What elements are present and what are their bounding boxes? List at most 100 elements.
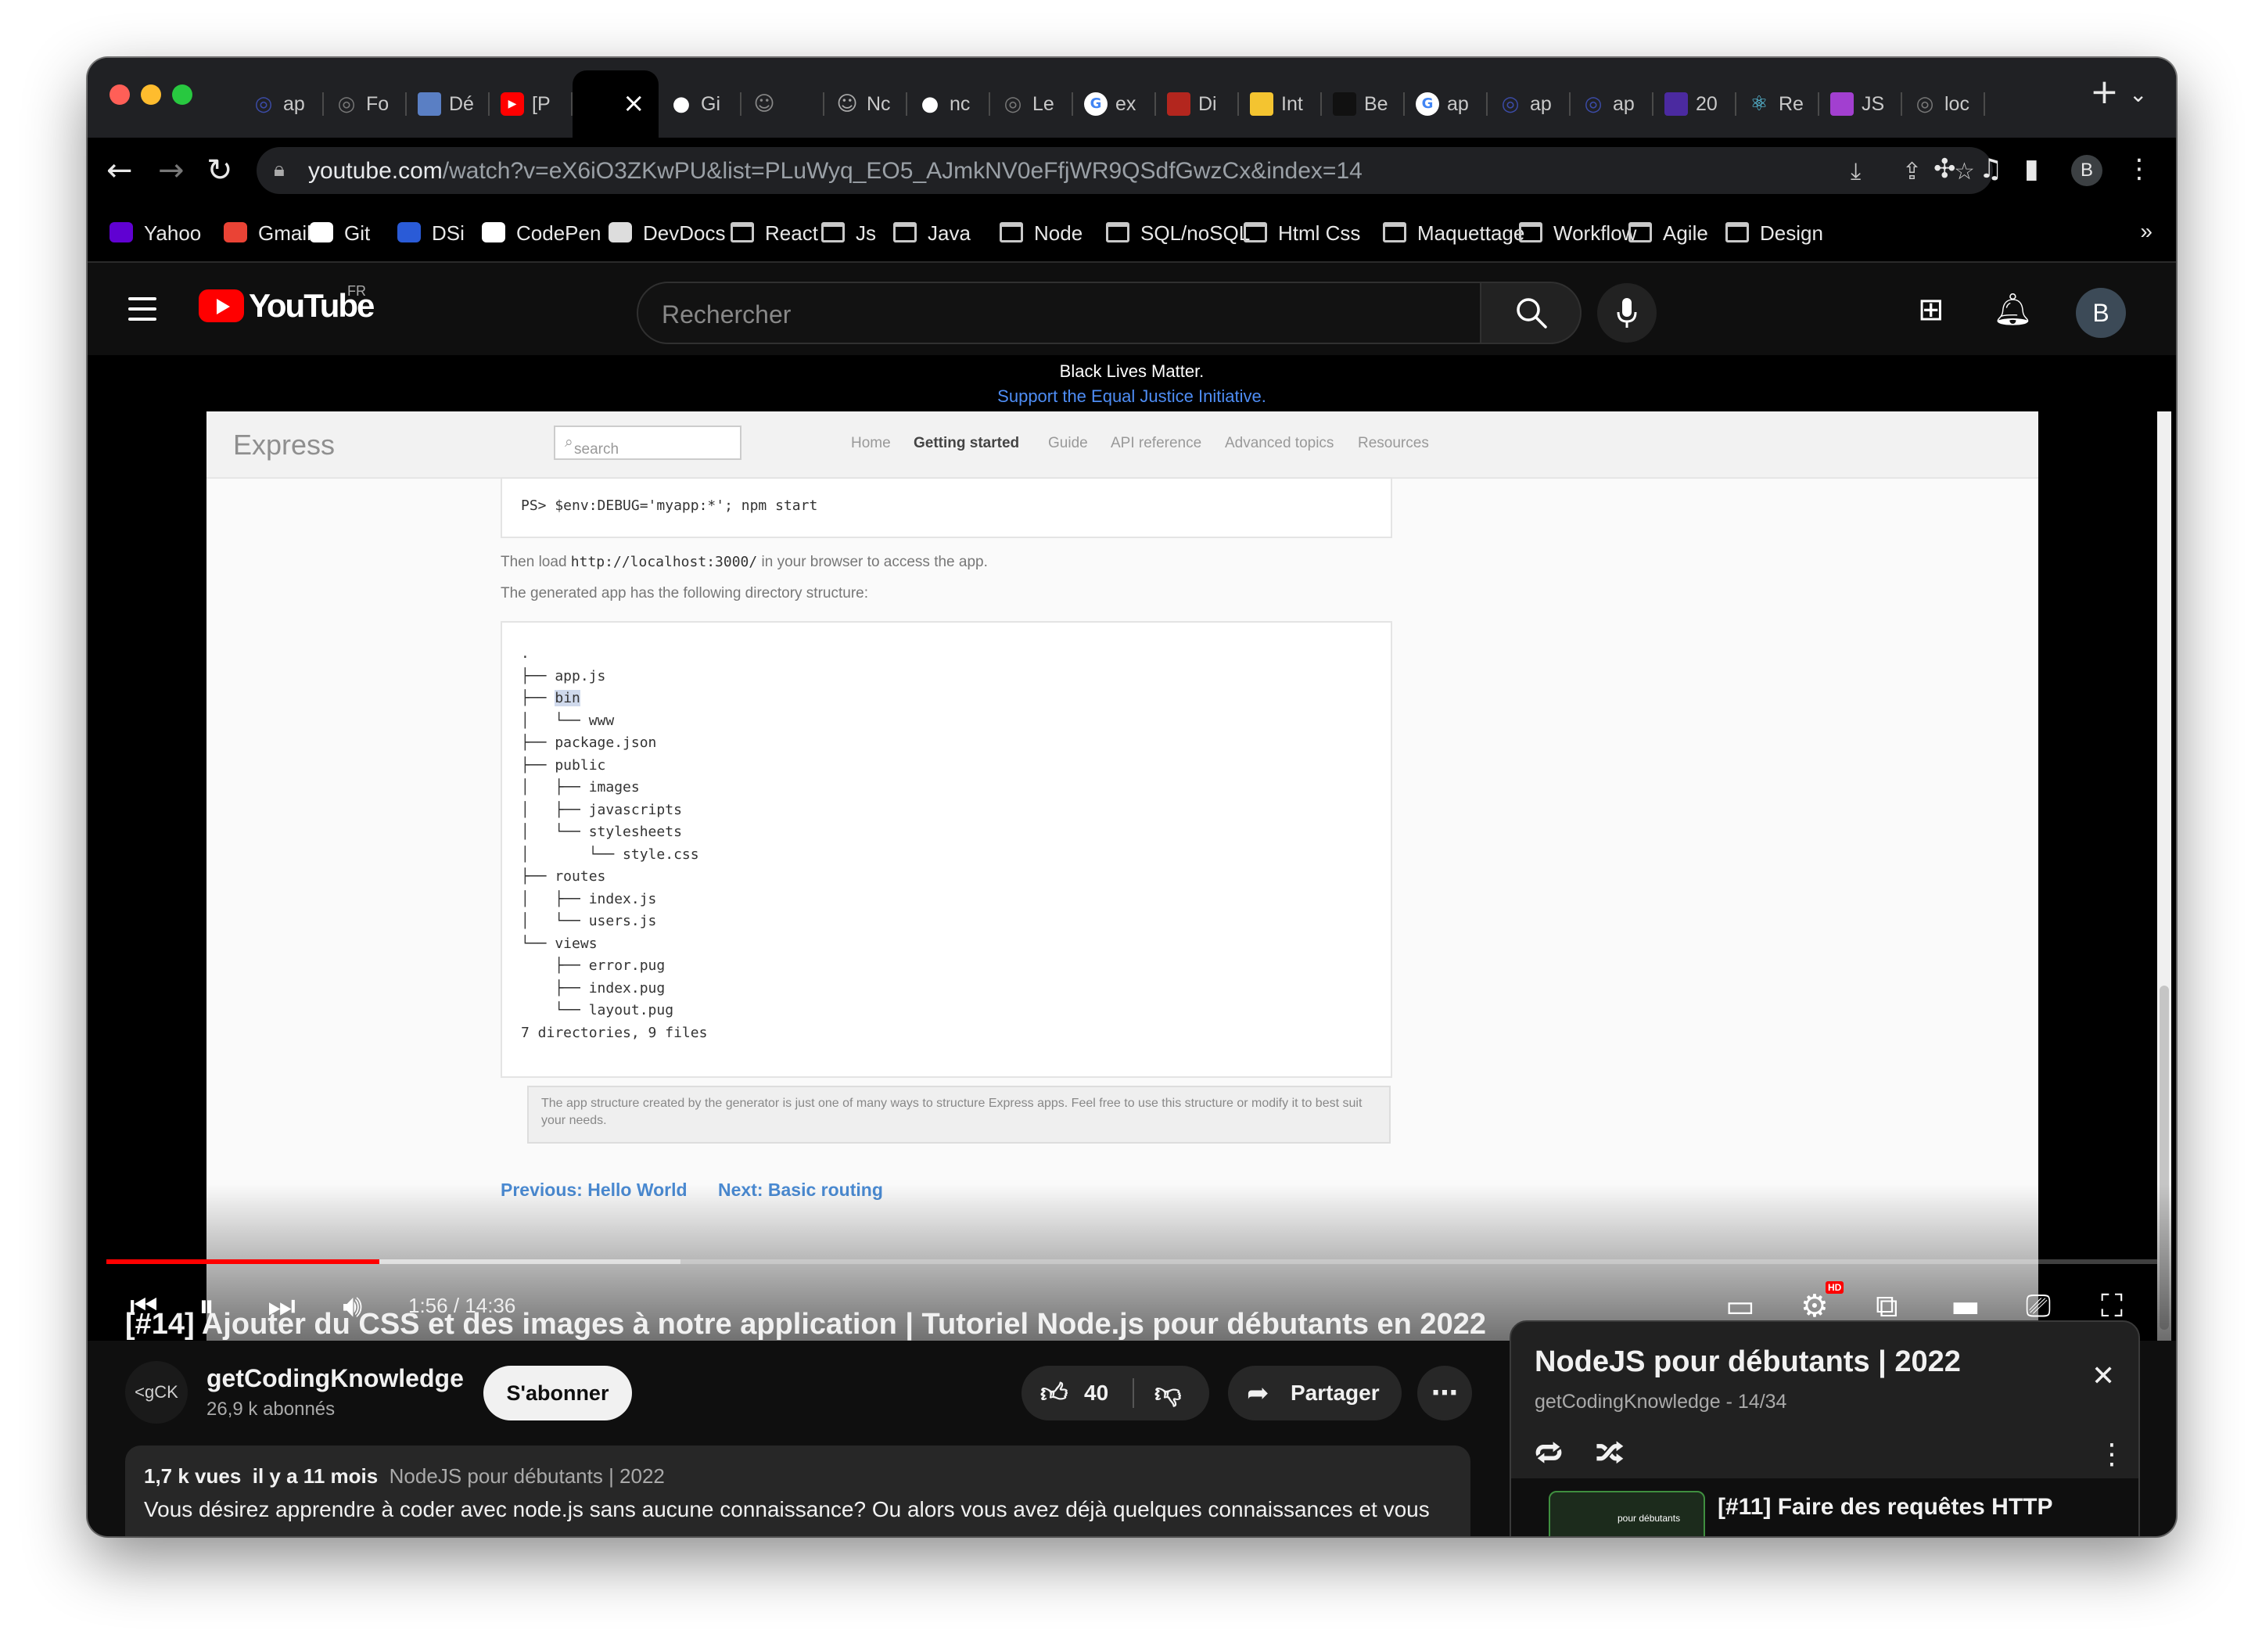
media-controls-icon[interactable]: ♫ xyxy=(1979,153,2002,185)
tree-line: ├── bin xyxy=(521,690,580,706)
playlist-title[interactable]: NodeJS pour débutants | 2022 xyxy=(1535,1345,1961,1379)
browser-tab[interactable]: Gex xyxy=(1073,70,1156,138)
channel-name[interactable]: getCodingKnowledge xyxy=(206,1364,464,1393)
bookmark-maquettage[interactable]: Maquettage xyxy=(1383,219,1524,247)
bookmark-git[interactable]: Git xyxy=(310,219,370,247)
progress-bar[interactable] xyxy=(106,1259,2157,1264)
bookmarks-more-button[interactable]: » xyxy=(2140,219,2152,244)
video-player[interactable]: Black Lives Matter. Support the Equal Ju… xyxy=(88,355,2176,1341)
browser-tab[interactable]: JS xyxy=(1819,70,1902,138)
thumbs-up-icon[interactable]: 👍︎ xyxy=(1040,1366,1068,1420)
back-arrow-icon[interactable]: ← xyxy=(106,152,133,189)
browser-tab[interactable]: Di xyxy=(1156,70,1239,138)
search-input[interactable]: Rechercher xyxy=(637,282,1481,344)
thumbs-down-icon[interactable]: 👎︎ xyxy=(1154,1366,1182,1420)
browser-tab[interactable]: ⚛ Re xyxy=(1736,70,1819,138)
playlist-item[interactable]: pour débutants [#11] Faire des requêtes … xyxy=(1511,1478,2138,1536)
browser-window: ◎ ap ◎ Fo Dé ▶ [P 🔈︎ × ● Gi ☺ ☺ Nc ● nc ◎ Le Gex Di Int Be Gap… xyxy=(88,58,2176,1536)
reload-icon[interactable]: ↻ xyxy=(206,152,233,189)
browser-tab[interactable]: ◎ ap xyxy=(1571,70,1653,138)
like-dislike-group: 👍︎ 40 👎︎ xyxy=(1021,1366,1209,1420)
minimize-window-button[interactable] xyxy=(141,84,161,105)
browser-tab[interactable]: ☺ Nc xyxy=(824,70,907,138)
share-button[interactable]: ➦ Partager xyxy=(1228,1366,1402,1420)
tree-line: │ ├── index.js xyxy=(521,890,657,907)
hamburger-menu-icon[interactable] xyxy=(128,297,156,321)
browser-tab[interactable]: ◎ Fo xyxy=(324,70,407,138)
voice-search-button[interactable] xyxy=(1597,283,1657,343)
browser-tab[interactable]: ▶ [P xyxy=(490,70,573,138)
maximize-window-button[interactable] xyxy=(172,84,192,105)
browser-tab[interactable]: 20 xyxy=(1653,70,1736,138)
forward-arrow-icon[interactable]: → xyxy=(158,152,185,189)
shuffle-icon[interactable]: 🔀︎ xyxy=(1596,1439,1624,1471)
browser-tab[interactable]: ◎ loc xyxy=(1902,70,1985,138)
subtitles-icon[interactable]: ▭ xyxy=(1725,1287,1755,1325)
account-avatar[interactable]: B xyxy=(2076,288,2126,338)
bookmark-html-css[interactable]: Html Css xyxy=(1244,219,1360,247)
cast-icon[interactable]: ⎚ xyxy=(2026,1287,2051,1325)
browser-tab[interactable]: ◎ Le xyxy=(990,70,1073,138)
browser-tab[interactable]: Gap xyxy=(1405,70,1488,138)
address-bar[interactable]: 🔒︎ youtube.com/watch?v=eX6iO3ZKwPU&list=… xyxy=(257,147,1993,194)
folder-icon xyxy=(1519,222,1542,242)
bookmark-react[interactable]: React xyxy=(731,219,818,247)
notifications-bell-icon[interactable]: 🔔︎ xyxy=(1993,293,2033,327)
browser-tab[interactable]: ☺ xyxy=(741,70,824,138)
tab-search-chevron-icon[interactable]: ⌄ xyxy=(2129,81,2147,107)
channel-avatar[interactable]: <gCK /> xyxy=(125,1361,188,1464)
region-code: FR xyxy=(347,283,366,299)
bookmark-devdocs[interactable]: DevDocs xyxy=(609,219,725,247)
extensions-puzzle-icon[interactable]: ✣ xyxy=(1933,153,1956,185)
bookmark-dsi[interactable]: DSi xyxy=(397,219,465,247)
bookmark-codepen[interactable]: CodePen xyxy=(482,219,601,247)
bookmark-sql-nosql[interactable]: SQL/noSQL xyxy=(1106,219,1250,247)
playlist-menu-icon[interactable]: ⋮ xyxy=(2098,1439,2126,1471)
search-button[interactable] xyxy=(1481,282,1582,344)
close-window-button[interactable] xyxy=(110,84,130,105)
browser-tab[interactable]: 🔈︎ × xyxy=(573,70,659,138)
bookmark-node[interactable]: Node xyxy=(1000,219,1083,247)
address-url[interactable]: youtube.com/watch?v=eX6iO3ZKwPU&list=PLu… xyxy=(308,158,1363,185)
bookmark-label: Workflow xyxy=(1553,221,1637,245)
browser-menu-icon[interactable]: ⋮ xyxy=(2126,153,2152,185)
browser-profile-avatar[interactable]: B xyxy=(2071,155,2102,186)
install-icon[interactable]: ⤓ xyxy=(1851,158,1861,185)
more-actions-button[interactable]: ⋯ xyxy=(1417,1366,1472,1420)
new-tab-button[interactable]: + xyxy=(2090,75,2119,110)
bookmark-star-icon[interactable]: ☆ xyxy=(1954,158,1975,185)
settings-gear-icon[interactable]: ⚙︎ xyxy=(1801,1287,1829,1325)
bookmark-js[interactable]: Js xyxy=(821,219,876,247)
bookmark-yahoo[interactable]: Yahoo xyxy=(110,219,201,247)
bookmark-gmail[interactable]: Gmail xyxy=(224,219,311,247)
youtube-logo-icon[interactable] xyxy=(199,289,244,322)
bookmark-java[interactable]: Java xyxy=(893,219,971,247)
loop-icon[interactable]: 🔁︎ xyxy=(1535,1439,1563,1471)
browser-tab[interactable]: ◎ ap xyxy=(1488,70,1571,138)
like-count[interactable]: 40 xyxy=(1084,1366,1108,1420)
create-video-icon[interactable]: ⊞ xyxy=(1918,293,1944,327)
folder-icon xyxy=(1725,222,1749,242)
bookmark-workflow[interactable]: Workflow xyxy=(1519,219,1636,247)
miniplayer-icon[interactable]: ⧉ xyxy=(1876,1287,1898,1325)
tree-line: │ ├── images xyxy=(521,779,640,795)
theater-mode-icon[interactable]: ▬ xyxy=(1951,1287,1980,1325)
command-text: PS> $env:DEBUG='myapp:*'; npm start xyxy=(521,497,818,514)
browser-tab[interactable]: Int xyxy=(1239,70,1322,138)
browser-tab[interactable]: ● Gi xyxy=(659,70,741,138)
close-playlist-icon[interactable]: ✕ xyxy=(2091,1361,2115,1392)
bookmark-agile[interactable]: Agile xyxy=(1628,219,1708,247)
browser-tab[interactable]: ● nc xyxy=(907,70,990,138)
browser-tab[interactable]: ◎ ap xyxy=(241,70,324,138)
share-icon[interactable]: ⇪ xyxy=(1902,158,1922,185)
browser-tab[interactable]: Dé xyxy=(407,70,490,138)
side-panel-icon[interactable]: ▮ xyxy=(2024,153,2039,185)
description-box[interactable]: 1,7 k vues il y a 11 mois NodeJS pour dé… xyxy=(125,1446,1470,1536)
tree-line: │ ├── javascripts xyxy=(521,801,682,818)
globe-icon: ◎ xyxy=(1916,92,1934,116)
subscribe-button[interactable]: S'abonner xyxy=(483,1366,632,1420)
fullscreen-icon[interactable]: ⛶ xyxy=(2101,1287,2123,1325)
browser-tab[interactable]: Be xyxy=(1322,70,1405,138)
close-tab-icon[interactable]: × xyxy=(623,88,645,119)
bookmark-design[interactable]: Design xyxy=(1725,219,1823,247)
